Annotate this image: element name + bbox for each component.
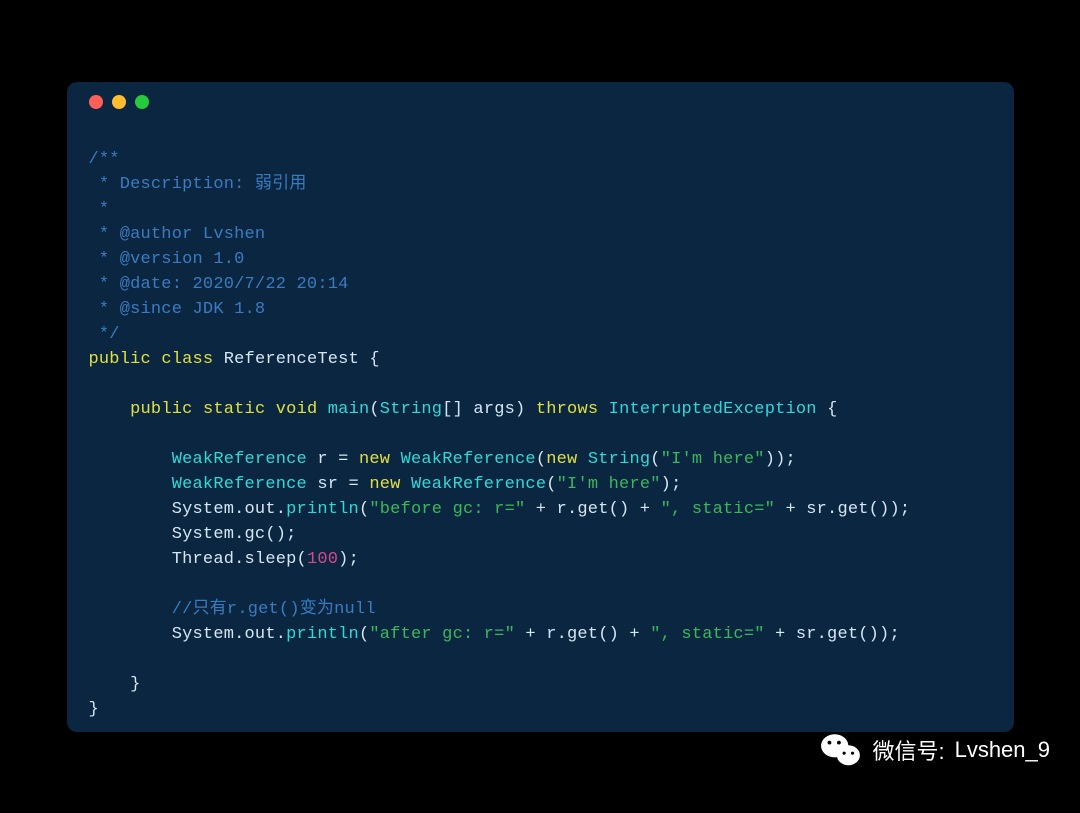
watermark-handle: Lvshen_9 <box>955 737 1050 763</box>
type: WeakReference <box>172 450 307 469</box>
type: WeakReference <box>172 475 307 494</box>
text: sr = <box>307 475 369 494</box>
text: { <box>359 350 380 369</box>
wechat-icon <box>820 729 862 771</box>
code-window: /** * Description: 弱引用 * * @author Lvshe… <box>67 82 1014 732</box>
method-name: main <box>328 400 370 419</box>
comment-line: * Description: 弱引用 <box>89 175 307 194</box>
text: + sr.get()); <box>765 625 900 644</box>
code-block: /** * Description: 弱引用 * * @author Lvshe… <box>67 122 1014 732</box>
keyword: public <box>89 350 151 369</box>
class-name: ReferenceTest <box>224 350 359 369</box>
string-literal: "I'm here" <box>557 475 661 494</box>
string-literal: ", static=" <box>650 625 764 644</box>
comment-line: //只有r.get()变为null <box>172 600 376 619</box>
comment-line: * @version 1.0 <box>89 250 245 269</box>
keyword: new <box>359 450 390 469</box>
text: )); <box>765 450 796 469</box>
method-name: println <box>286 500 359 519</box>
comment-line: /** <box>89 150 120 169</box>
keyword: class <box>161 350 213 369</box>
type: String <box>588 450 650 469</box>
keyword: new <box>546 450 577 469</box>
watermark: 微信号: Lvshen_9 <box>820 729 1050 771</box>
text: ( <box>536 450 546 469</box>
text: Thread.sleep( <box>172 550 307 569</box>
text: r = <box>307 450 359 469</box>
maximize-icon[interactable] <box>135 95 149 109</box>
close-icon[interactable] <box>89 95 103 109</box>
text: + sr.get()); <box>775 500 910 519</box>
comment-line: * @author Lvshen <box>89 225 266 244</box>
string-literal: "after gc: r=" <box>369 625 515 644</box>
text: ); <box>338 550 359 569</box>
text: { <box>817 400 838 419</box>
text: + r.get() + <box>525 500 660 519</box>
type: WeakReference <box>401 450 536 469</box>
comment-line: */ <box>89 325 120 344</box>
string-literal: "I'm here" <box>661 450 765 469</box>
keyword: throws <box>536 400 598 419</box>
window-titlebar <box>67 82 1014 122</box>
method-name: println <box>286 625 359 644</box>
text: ( <box>359 625 369 644</box>
comment-line: * @date: 2020/7/22 20:14 <box>89 275 349 294</box>
keyword: void <box>276 400 318 419</box>
comment-line: * <box>89 200 110 219</box>
comment-line: * @since JDK 1.8 <box>89 300 266 319</box>
string-literal: "before gc: r=" <box>369 500 525 519</box>
text: ( <box>546 475 556 494</box>
text: ( <box>359 500 369 519</box>
minimize-icon[interactable] <box>112 95 126 109</box>
type: String <box>380 400 442 419</box>
keyword: public <box>130 400 192 419</box>
watermark-label: 微信号: <box>872 734 944 766</box>
text: System.out. <box>172 625 286 644</box>
text: ( <box>650 450 660 469</box>
type: WeakReference <box>411 475 546 494</box>
keyword: new <box>369 475 400 494</box>
keyword: static <box>203 400 265 419</box>
text: System.gc(); <box>172 525 297 544</box>
text: System.out. <box>172 500 286 519</box>
type: InterruptedException <box>609 400 817 419</box>
text: } <box>89 700 99 719</box>
text: [] args) <box>442 400 525 419</box>
text: } <box>89 675 141 694</box>
string-literal: ", static=" <box>661 500 775 519</box>
number-literal: 100 <box>307 550 338 569</box>
text: ); <box>661 475 682 494</box>
text: + r.get() + <box>515 625 650 644</box>
text: ( <box>369 400 379 419</box>
